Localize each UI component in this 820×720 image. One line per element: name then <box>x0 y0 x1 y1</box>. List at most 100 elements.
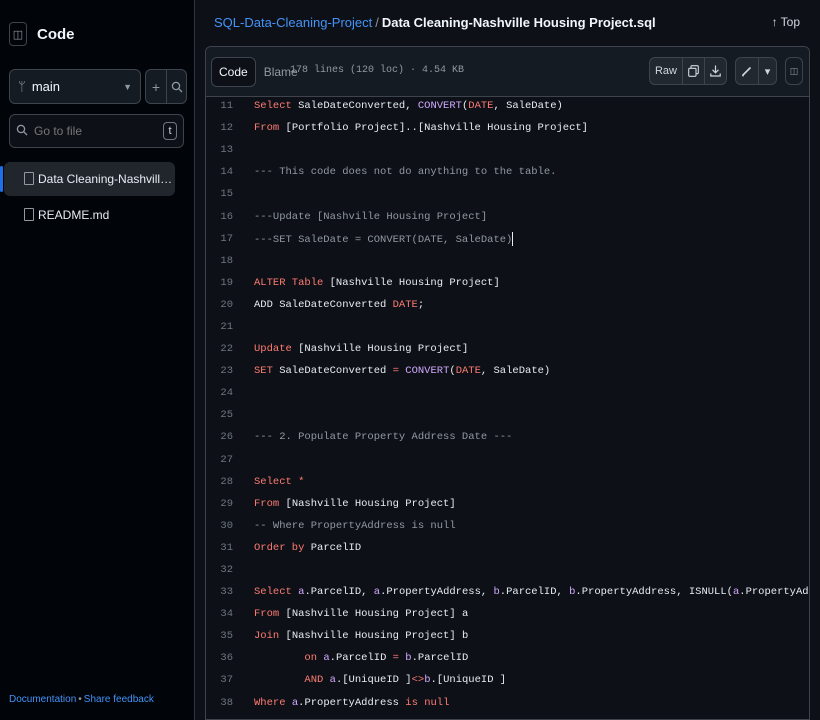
line-code: ---SET SaleDate = CONVERT(DATE, SaleDate… <box>254 231 514 246</box>
line-code: AND a.[UniqueID ]<>b.[UniqueID ] <box>304 674 507 687</box>
code-line: 12 From [Portfolio Project]..[Nashville H… <box>206 117 809 139</box>
code-line: 36 on a.ParcelID = b.ParcelID <box>206 647 809 669</box>
line-number: 38 <box>220 696 233 709</box>
pencil-icon[interactable] <box>736 58 758 84</box>
code-line: 23 SET SaleDateConverted = CONVERT(DATE, … <box>206 360 809 382</box>
share-feedback-link[interactable]: Share feedback <box>84 694 154 705</box>
line-number: 19 <box>220 276 233 289</box>
line-number: 11 <box>220 100 233 113</box>
line-number: 16 <box>220 210 233 223</box>
line-code: Select a.ParcelID, a.PropertyAddress, b.… <box>254 586 809 599</box>
download-icon[interactable] <box>704 58 726 84</box>
symbols-panel-icon[interactable]: ◫ <box>785 57 803 85</box>
file-name: Data Cleaning-Nashville Housing Project.… <box>381 15 656 30</box>
line-code: ADD SaleDateConverted DATE; <box>254 298 425 311</box>
line-number: 25 <box>220 409 233 422</box>
tab-code[interactable]: Code <box>211 57 256 87</box>
line-code: From [Portfolio Project]..[Nashville Hou… <box>254 122 588 135</box>
documentation-link[interactable]: Documentation <box>9 694 76 705</box>
line-number: 14 <box>220 166 233 179</box>
search-icon <box>16 124 28 139</box>
breadcrumb: SQL-Data-Cleaning-Project / Data Cleaning-… <box>214 15 656 30</box>
tree-actions: + <box>145 69 187 104</box>
raw-button[interactable]: Raw <box>650 58 682 84</box>
line-number: 24 <box>220 387 233 400</box>
code-line: 11 Select SaleDateConverted, CONVERT(DATE… <box>206 95 809 117</box>
code-line: 37 AND a.[UniqueID ]<>b.[UniqueID ] <box>206 669 809 691</box>
line-code: ALTER Table [Nashville Housing Project] <box>254 276 500 289</box>
code-line: 19 ALTER Table [Nashville Housing Project… <box>206 272 809 294</box>
file-viewer: Code Blame 178 lines (120 loc) · 4.54 KB… <box>205 46 810 720</box>
line-code: Update [Nashville Housing Project] <box>254 343 469 356</box>
file-actions: Raw ▾ ◫ <box>648 57 803 85</box>
code-line: 32 <box>206 559 809 581</box>
text-cursor <box>512 231 514 246</box>
chevron-down-icon[interactable]: ▾ <box>758 58 776 84</box>
line-number: 27 <box>220 453 233 466</box>
file-label: Data Cleaning-Nashville Housing... <box>38 172 173 186</box>
line-number: 29 <box>220 497 233 510</box>
line-code: From [Nashville Housing Project] <box>254 497 456 510</box>
file-tree-item-sql[interactable]: Data Cleaning-Nashville Housing... <box>0 162 175 196</box>
code-line: 39 <box>206 714 809 720</box>
line-number: 36 <box>220 652 233 665</box>
file-label: README.md <box>38 208 110 222</box>
branch-selector-button[interactable]: ᛘ main ▼ <box>9 69 141 104</box>
repo-link[interactable]: SQL-Data-Cleaning-Project <box>214 15 372 30</box>
code-line: 26 --- 2. Populate Property Address Date … <box>206 426 809 448</box>
line-number: 35 <box>220 630 233 643</box>
line-number: 23 <box>220 365 233 378</box>
git-branch-icon: ᛘ <box>18 79 26 94</box>
line-number: 15 <box>220 188 233 201</box>
code-line: 34 From [Nashville Housing Project] a <box>206 603 809 625</box>
line-code: -- Where PropertyAddress is null <box>254 519 456 532</box>
code-line: 21 <box>206 316 809 338</box>
code-line: 33 Select a.ParcelID, a.PropertyAddress, … <box>206 581 809 603</box>
line-code: on a.ParcelID = b.ParcelID <box>304 652 469 665</box>
line-number: 30 <box>220 519 233 532</box>
code-line: 25 <box>206 404 809 426</box>
line-number: 20 <box>220 298 233 311</box>
sidebar-header: ◫ Code <box>9 20 75 48</box>
line-number: 13 <box>220 144 233 157</box>
branch-name: main <box>31 79 60 94</box>
file-icon <box>24 172 34 185</box>
main-content: SQL-Data-Cleaning-Project / Data Cleaning-… <box>195 0 820 720</box>
file-tree: Data Cleaning-Nashville Housing... READM… <box>0 162 195 234</box>
line-number: 31 <box>220 541 233 554</box>
code-content: 11 Select SaleDateConverted, CONVERT(DATE… <box>206 95 809 720</box>
arrow-up-icon: ↑ <box>771 15 778 29</box>
line-number: 18 <box>220 254 233 267</box>
go-to-file-input[interactable] <box>34 124 163 138</box>
code-line: 38 Where a.PropertyAddress is null <box>206 692 809 714</box>
top-button[interactable]: ↑ Top <box>772 15 800 29</box>
sidebar-footer: Documentation • Share feedback <box>9 694 154 705</box>
code-line: 18 <box>206 250 809 272</box>
file-meta: 178 lines (120 loc) · 4.54 KB <box>290 65 465 76</box>
file-tree-item-readme[interactable]: README.md <box>4 198 175 232</box>
add-file-icon[interactable]: + <box>146 70 166 103</box>
go-to-file-search: t <box>9 114 184 148</box>
code-line: 22 Update [Nashville Housing Project] <box>206 338 809 360</box>
code-line: 27 <box>206 449 809 471</box>
shortcut-key: t <box>163 122 177 140</box>
raw-actions: Raw <box>648 57 727 85</box>
collapse-sidebar-icon[interactable]: ◫ <box>9 22 27 46</box>
line-number: 17 <box>220 232 233 245</box>
line-number: 26 <box>220 431 233 444</box>
line-number: 21 <box>220 320 233 333</box>
line-number: 37 <box>220 674 233 687</box>
sidebar-title: Code <box>37 25 75 43</box>
code-line: 30 -- Where PropertyAddress is null <box>206 515 809 537</box>
copy-icon[interactable] <box>682 58 704 84</box>
search-icon[interactable] <box>166 70 186 103</box>
file-icon <box>24 208 34 221</box>
line-code: SET SaleDateConverted = CONVERT(DATE, Sa… <box>254 365 551 378</box>
file-tree-sidebar: ◫ Code ᛘ main ▼ + t Data Cleaning-Nashvi… <box>0 0 195 720</box>
code-line: 20 ADD SaleDateConverted DATE; <box>206 294 809 316</box>
line-code: Select * <box>254 475 305 488</box>
code-line: 15 <box>206 183 809 205</box>
line-number: 34 <box>220 608 233 621</box>
line-code: Select SaleDateConverted, CONVERT(DATE, … <box>254 100 563 113</box>
line-number: 33 <box>220 586 233 599</box>
